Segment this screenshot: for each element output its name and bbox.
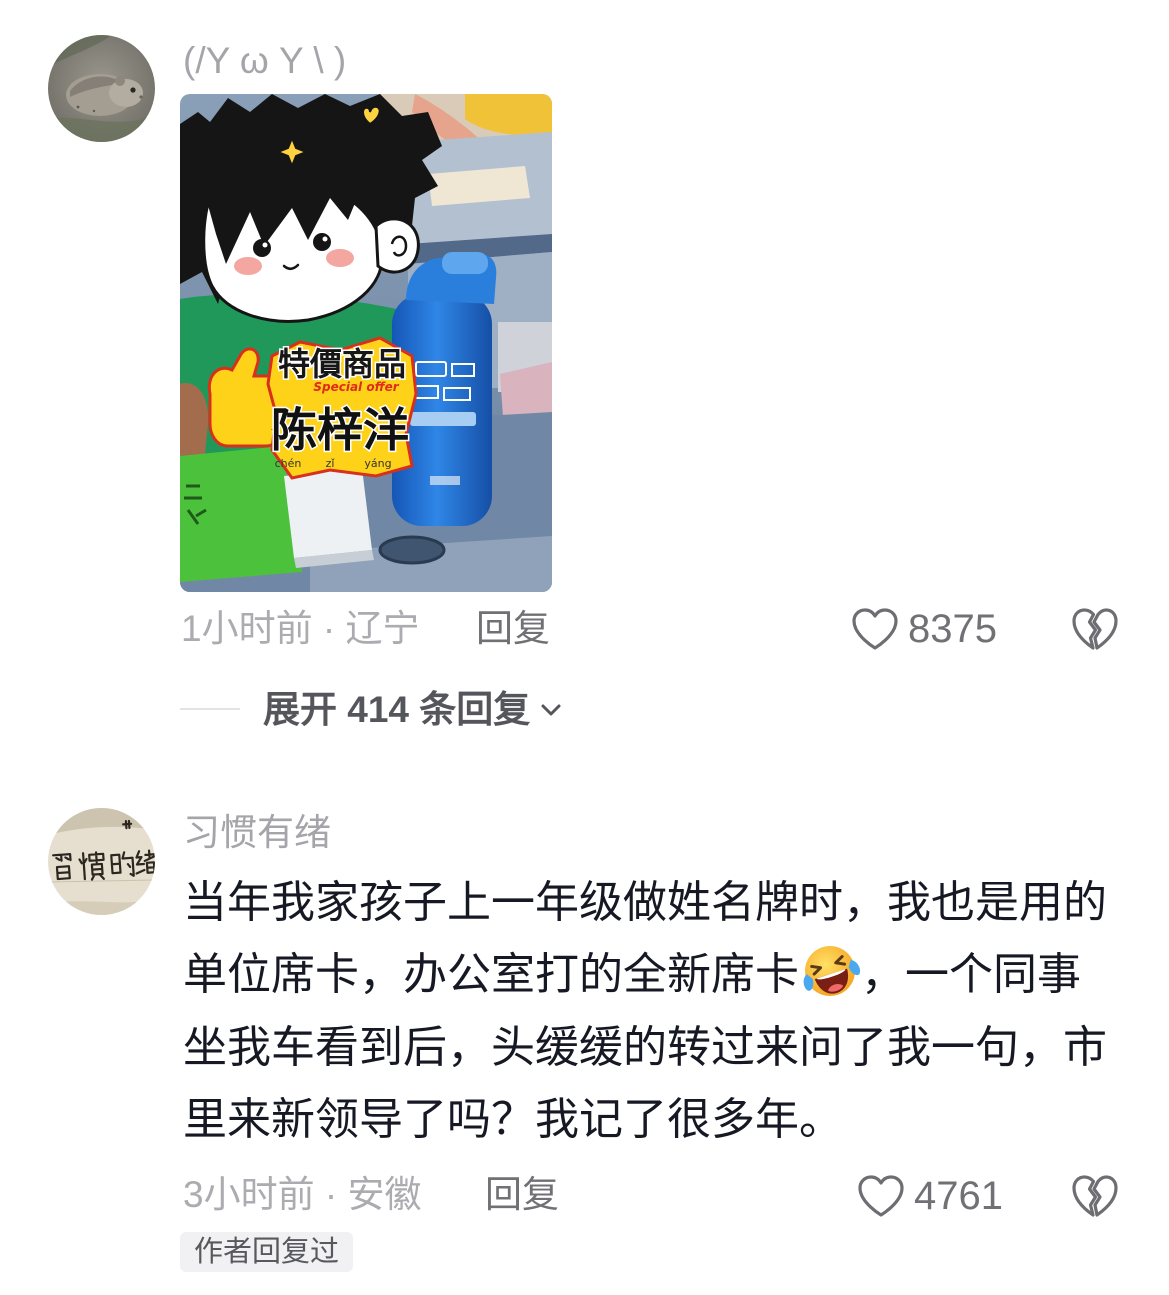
hamster-photo-avatar <box>48 35 155 142</box>
sticker-pinyin-3: yáng <box>364 457 391 470</box>
rolling-on-the-floor-laughing-emoji-icon <box>800 941 860 1001</box>
handwriting-paper-avatar <box>48 808 155 915</box>
classroom-photo: 特價商品 Special offer 陈梓洋 chén zǐ yáng <box>180 94 552 592</box>
like-count: 8375 <box>908 607 997 651</box>
heart-outline-icon <box>852 608 898 650</box>
like-count: 4761 <box>914 1174 1003 1218</box>
reply-button[interactable]: 回复 <box>476 609 550 649</box>
sticker-tagline: Special offer <box>313 380 399 394</box>
sticker-title: 特價商品 <box>278 345 406 383</box>
comment-time-location: 3小时前 · 安徽 <box>183 1174 422 1215</box>
username[interactable]: (/Y ω Y \ ) <box>183 41 346 81</box>
expand-replies-label: 展开 414 条回复 <box>263 689 531 730</box>
comment-text-line: 单位席卡，办公室打的全新席卡 ，一个同事 <box>183 939 1081 1011</box>
heart-outline-icon <box>858 1175 904 1217</box>
dislike-button[interactable] <box>1071 607 1119 651</box>
expand-divider <box>180 708 240 710</box>
dislike-button[interactable] <box>1071 1174 1119 1218</box>
comment-text-line: 里来新领导了吗？我记了很多年。 <box>183 1095 843 1144</box>
name-card-holder <box>284 468 372 558</box>
author-replied-badge: 作者回复过 <box>180 1232 353 1272</box>
comment-time-location: 1小时前 · 辽宁 <box>181 608 420 649</box>
comment-text-segment: ，一个同事 <box>861 950 1081 999</box>
comment-text-line: 当年我家孩子上一年级做姓名牌时，我也是用的 <box>183 878 1107 927</box>
avatar-handwriting[interactable] <box>48 808 155 915</box>
sticker-pinyin-1: chén <box>275 457 302 470</box>
sticker-name: 陈梓洋 <box>271 403 409 457</box>
broken-heart-icon <box>1072 1175 1118 1217</box>
username[interactable]: 习惯有绪 <box>183 813 331 853</box>
sticker-pinyin-2: zǐ <box>326 457 336 470</box>
expand-replies-button[interactable]: 展开 414 条回复 <box>263 690 562 730</box>
chevron-down-icon <box>541 704 561 716</box>
comment-text-segment: 单位席卡，办公室打的全新席卡 <box>183 950 799 999</box>
avatar-hamster[interactable] <box>48 35 155 142</box>
like-button[interactable]: 4761 <box>857 1174 1003 1218</box>
comment-list: (/Y ω Y \ ) 特價商品 Special offer 陈梓洋 chén … <box>0 0 1169 1295</box>
like-button[interactable]: 8375 <box>851 607 997 651</box>
comment-text-line: 坐我车看到后，头缓缓的转过来问了我一句，市 <box>183 1023 1107 1072</box>
comment-photo[interactable]: 特價商品 Special offer 陈梓洋 chén zǐ yáng <box>180 94 552 592</box>
reply-button[interactable]: 回复 <box>485 1175 559 1215</box>
broken-heart-icon <box>1072 608 1118 650</box>
